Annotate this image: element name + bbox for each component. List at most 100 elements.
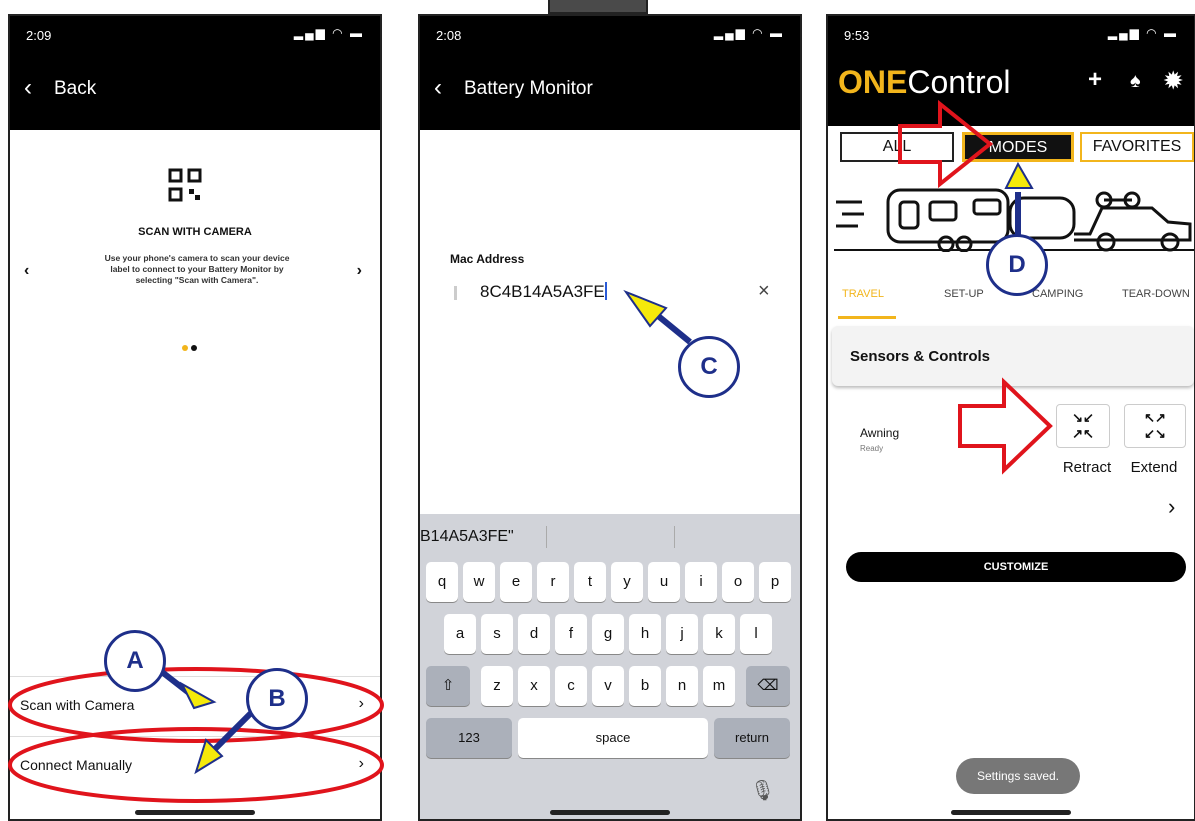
connect-manually-row[interactable]: Connect Manually › <box>10 736 380 794</box>
onecontrol-logo: ONEControl <box>838 64 1011 100</box>
signal-wifi-battery-icon: ▂▄▆ ◠ ▬ <box>1107 26 1178 40</box>
mac-address-value: 8C4B14A5A3FE <box>480 282 605 301</box>
active-tab-underline <box>838 316 896 319</box>
page-dot-2 <box>191 345 197 351</box>
nav-bar: ‹ Back <box>10 56 380 130</box>
keyboard: B14A5A3FE" q w e r t y u i o p a s d f g… <box>420 514 800 819</box>
key[interactable]: u <box>648 562 680 602</box>
tab-camping[interactable]: CAMPING <box>1032 288 1083 300</box>
key[interactable]: h <box>629 614 661 654</box>
callout-c: C <box>678 336 740 398</box>
key[interactable]: d <box>518 614 550 654</box>
return-key[interactable]: return <box>714 718 790 758</box>
segment-modes[interactable]: MODES <box>962 132 1074 162</box>
key[interactable]: j <box>666 614 698 654</box>
suggestion-divider <box>674 526 675 548</box>
key[interactable]: z <box>481 666 513 706</box>
key[interactable]: n <box>666 666 698 706</box>
microphone-icon[interactable]: 🎙 <box>750 778 775 803</box>
key[interactable]: w <box>463 562 495 602</box>
key[interactable]: m <box>703 666 735 706</box>
scan-with-camera-label: Scan with Camera <box>20 697 135 713</box>
bell-icon[interactable]: ♠ <box>1130 70 1141 93</box>
sensors-controls-card: Sensors & Controls <box>832 326 1194 386</box>
clear-icon[interactable]: × <box>758 280 770 303</box>
key[interactable]: e <box>500 562 532 602</box>
extend-button[interactable]: ↖↗ ↙↘ <box>1124 404 1186 448</box>
carousel-description: Use your phone's camera to scan your dev… <box>104 253 290 285</box>
key[interactable]: y <box>611 562 643 602</box>
status-time: 2:08 <box>436 28 462 43</box>
retract-label: Retract <box>1062 459 1112 476</box>
top-tab <box>548 0 648 14</box>
key[interactable]: a <box>444 614 476 654</box>
key[interactable]: c <box>555 666 587 706</box>
device-name: Awning <box>860 426 900 440</box>
key[interactable]: s <box>481 614 513 654</box>
status-time: 9:53 <box>844 28 870 43</box>
tab-setup[interactable]: SET-UP <box>944 288 984 300</box>
text-cursor <box>604 282 607 300</box>
mac-address-input[interactable]: 8C4B14A5A3FE <box>480 282 607 302</box>
callout-b: B <box>246 668 308 730</box>
key[interactable]: t <box>574 562 606 602</box>
tab-teardown[interactable]: TEAR-DOWN <box>1122 288 1190 300</box>
segment-all[interactable]: ALL <box>840 132 954 162</box>
key[interactable]: k <box>703 614 735 654</box>
suggestion-divider <box>546 526 547 548</box>
add-icon[interactable]: + <box>1088 66 1102 94</box>
home-indicator <box>135 810 255 815</box>
key[interactable]: v <box>592 666 624 706</box>
key[interactable]: b <box>629 666 661 706</box>
key[interactable]: p <box>759 562 791 602</box>
carousel-next-icon[interactable]: › <box>357 262 362 280</box>
signal-wifi-battery-icon: ▂▄▆ ◠ ▬ <box>713 26 784 40</box>
space-key[interactable]: space <box>518 718 708 758</box>
numbers-key[interactable]: 123 <box>426 718 512 758</box>
extend-icon: ↖↗ ↙↘ <box>1144 410 1166 441</box>
phone-manual-screen: 2:08 ▂▄▆ ◠ ▬ ‹ Battery Monitor Mac Addre… <box>418 14 802 821</box>
key[interactable]: q <box>426 562 458 602</box>
chevron-right-icon: › <box>358 755 364 772</box>
connect-manually-label: Connect Manually <box>20 757 133 773</box>
signal-wifi-battery-icon: ▂▄▆ ◠ ▬ <box>293 26 364 40</box>
back-chevron-icon[interactable]: ‹ <box>434 74 442 102</box>
field-grip-icon <box>454 286 457 300</box>
keyboard-suggestion[interactable]: B14A5A3FE" <box>420 528 514 546</box>
phone-scan-screen: 2:09 ▂▄▆ ◠ ▬ ‹ Back SCAN WITH CAMERA Use… <box>8 14 382 821</box>
key[interactable]: o <box>722 562 754 602</box>
qr-scan-icon <box>168 168 202 202</box>
back-button[interactable]: Back <box>54 78 96 100</box>
key[interactable]: g <box>592 614 624 654</box>
chevron-right-icon[interactable]: › <box>1168 494 1175 520</box>
home-indicator <box>550 810 670 815</box>
status-bar: 2:08 ▂▄▆ ◠ ▬ <box>420 16 800 56</box>
scan-with-camera-row[interactable]: Scan with Camera › <box>10 676 380 734</box>
key[interactable]: r <box>537 562 569 602</box>
retract-button[interactable]: ↘↙ ↗↖ <box>1056 404 1110 448</box>
key[interactable]: l <box>740 614 772 654</box>
carousel-title: SCAN WITH CAMERA <box>138 226 252 238</box>
customize-button[interactable]: CUSTOMIZE <box>846 552 1186 582</box>
chevron-right-icon: › <box>358 695 364 712</box>
key[interactable]: x <box>518 666 550 706</box>
home-indicator <box>951 810 1071 815</box>
device-state: Ready <box>860 444 884 453</box>
carousel-prev-icon[interactable]: ‹ <box>24 262 29 280</box>
status-time: 2:09 <box>26 28 52 43</box>
shift-key-icon[interactable]: ⇧ <box>426 666 470 706</box>
phone-onecontrol-screen: 9:53 ▂▄▆ ◠ ▬ ONEControl + ♠ ✹ ALL MODES … <box>826 14 1195 821</box>
back-chevron-icon[interactable]: ‹ <box>24 74 32 102</box>
nav-title: Battery Monitor <box>464 78 593 99</box>
gear-icon[interactable]: ✹ <box>1164 68 1182 94</box>
segment-favorites[interactable]: FAVORITES <box>1080 132 1194 162</box>
mac-address-label: Mac Address <box>450 252 525 266</box>
carousel-page-indicator <box>182 338 200 356</box>
key[interactable]: i <box>685 562 717 602</box>
section-title: Sensors & Controls <box>850 348 991 365</box>
key[interactable]: f <box>555 614 587 654</box>
callout-a: A <box>104 630 166 692</box>
nav-bar: ‹ Battery Monitor <box>420 56 800 130</box>
tab-travel[interactable]: TRAVEL <box>842 288 884 300</box>
backspace-key-icon[interactable]: ⌫ <box>746 666 790 706</box>
